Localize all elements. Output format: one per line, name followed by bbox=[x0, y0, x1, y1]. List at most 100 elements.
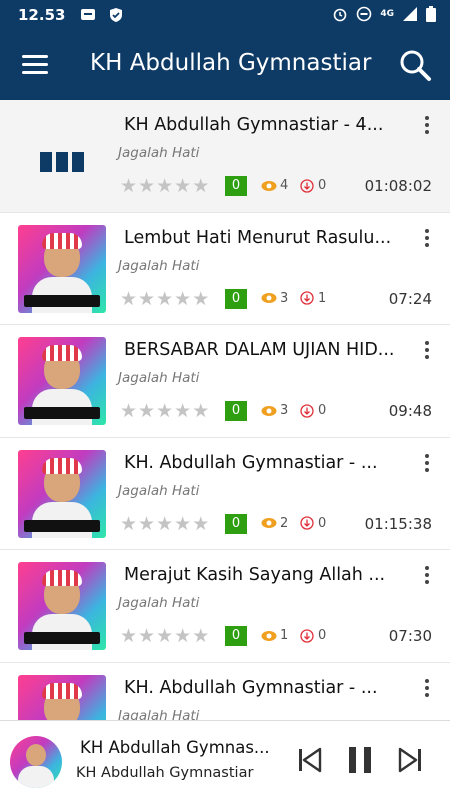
track-title: KH. Abdullah Gymnastiar - ... bbox=[124, 677, 378, 698]
eye-icon bbox=[261, 630, 277, 641]
more-options-icon[interactable] bbox=[424, 678, 430, 699]
more-options-icon[interactable] bbox=[424, 341, 430, 361]
page-title: KH Abdullah Gymnastiar bbox=[90, 50, 372, 76]
track-row[interactable]: KH. Abdullah Gymnastiar - ... Jagalah Ha… bbox=[0, 437, 450, 550]
download-count: 0 bbox=[300, 516, 326, 531]
track-artist: Jagalah Hati bbox=[118, 707, 200, 721]
star-icon[interactable]: ★ bbox=[192, 626, 209, 646]
star-icon[interactable]: ★ bbox=[120, 289, 137, 309]
shield-icon bbox=[110, 8, 122, 22]
equalizer-icon bbox=[40, 152, 86, 172]
download-count: 0 bbox=[300, 628, 326, 643]
star-icon[interactable]: ★ bbox=[174, 626, 191, 646]
download-icon bbox=[300, 628, 314, 643]
star-icon[interactable]: ★ bbox=[174, 514, 191, 534]
download-count: 0 bbox=[300, 403, 326, 418]
more-options-icon[interactable] bbox=[424, 566, 430, 586]
view-count-value: 4 bbox=[280, 178, 289, 193]
star-icon[interactable]: ★ bbox=[156, 401, 173, 421]
star-icon[interactable]: ★ bbox=[156, 176, 173, 196]
track-artist: Jagalah Hati bbox=[118, 595, 200, 611]
view-count: 3 bbox=[261, 291, 288, 306]
star-icon[interactable]: ★ bbox=[174, 289, 191, 309]
view-count-value: 3 bbox=[280, 290, 289, 306]
eye-icon bbox=[261, 405, 277, 416]
download-count: 0 bbox=[300, 178, 326, 193]
star-icon[interactable]: ★ bbox=[156, 514, 173, 534]
track-thumbnail bbox=[18, 337, 106, 425]
download-count: 1 bbox=[300, 291, 326, 306]
network-type: 4G bbox=[380, 9, 394, 19]
track-title: Merajut Kasih Sayang Allah ... bbox=[124, 565, 386, 585]
do-not-disturb-icon bbox=[357, 6, 372, 22]
track-thumbnail bbox=[18, 449, 106, 538]
track-row[interactable]: KH Abdullah Gymnastiar - 4... Jagalah Ha… bbox=[0, 100, 450, 213]
star-icon[interactable]: ★ bbox=[174, 401, 191, 421]
track-row[interactable]: KH. Abdullah Gymnastiar - ... Jagalah Ha… bbox=[0, 662, 450, 721]
eye-icon bbox=[261, 518, 277, 528]
star-icon[interactable]: ★ bbox=[192, 401, 209, 421]
player-title: KH Abdullah Gymnas... bbox=[80, 738, 270, 757]
track-title: KH. Abdullah Gymnastiar - ... bbox=[124, 452, 378, 473]
track-list: KH Abdullah Gymnastiar - 4... Jagalah Ha… bbox=[0, 100, 450, 720]
track-thumbnail bbox=[18, 562, 106, 650]
star-icon[interactable]: ★ bbox=[192, 176, 209, 196]
star-icon[interactable]: ★ bbox=[138, 514, 155, 534]
track-artist: Jagalah Hati bbox=[118, 370, 200, 386]
track-row[interactable]: BERSABAR DALAM UJIAN HID... Jagalah Hati… bbox=[0, 325, 450, 438]
star-icon[interactable]: ★ bbox=[120, 176, 137, 196]
star-icon[interactable]: ★ bbox=[120, 626, 137, 646]
star-icon[interactable]: ★ bbox=[192, 514, 209, 534]
rating-badge: 0 bbox=[225, 176, 247, 196]
view-count-value: 1 bbox=[280, 628, 289, 643]
next-icon[interactable] bbox=[396, 745, 424, 775]
pause-icon[interactable] bbox=[346, 745, 374, 775]
view-count-value: 3 bbox=[280, 403, 289, 418]
star-icon[interactable]: ★ bbox=[192, 289, 209, 309]
star-icon[interactable]: ★ bbox=[174, 176, 191, 196]
track-row[interactable]: Lembut Hati Menurut Rasulu... Jagalah Ha… bbox=[0, 212, 450, 325]
notification-icon bbox=[81, 9, 95, 20]
download-count-value: 0 bbox=[318, 628, 327, 643]
download-icon bbox=[300, 516, 314, 530]
player-thumbnail bbox=[10, 736, 62, 788]
view-count: 4 bbox=[261, 178, 288, 193]
mini-player[interactable]: KH Abdullah Gymnas... KH Abdullah Gymnas… bbox=[0, 720, 450, 800]
signal-icon bbox=[403, 7, 417, 21]
star-icon[interactable]: ★ bbox=[138, 176, 155, 196]
star-icon[interactable]: ★ bbox=[156, 626, 173, 646]
view-count: 3 bbox=[261, 403, 288, 418]
track-artist: Jagalah Hati bbox=[118, 482, 200, 499]
star-icon[interactable]: ★ bbox=[138, 626, 155, 646]
more-options-icon[interactable] bbox=[424, 116, 430, 136]
star-icon[interactable]: ★ bbox=[120, 401, 137, 421]
download-icon bbox=[300, 291, 314, 305]
download-icon bbox=[300, 403, 314, 418]
star-rating[interactable]: ★ ★ ★ ★ ★ bbox=[120, 289, 209, 309]
star-rating[interactable]: ★ ★ ★ ★ ★ bbox=[120, 401, 209, 421]
track-artist: Jagalah Hati bbox=[118, 257, 200, 274]
rating-badge: 0 bbox=[225, 626, 247, 646]
player-artist: KH Abdullah Gymnastiar bbox=[76, 765, 254, 781]
more-options-icon[interactable] bbox=[424, 453, 430, 474]
menu-icon[interactable] bbox=[22, 55, 48, 75]
star-rating[interactable]: ★ ★ ★ ★ ★ bbox=[120, 514, 209, 534]
view-count-value: 2 bbox=[280, 515, 289, 531]
star-icon[interactable]: ★ bbox=[138, 289, 155, 309]
more-options-icon[interactable] bbox=[424, 228, 430, 249]
track-duration: 07:24 bbox=[388, 289, 432, 308]
track-row[interactable]: Merajut Kasih Sayang Allah ... Jagalah H… bbox=[0, 550, 450, 663]
battery-icon bbox=[426, 6, 436, 22]
download-count-value: 0 bbox=[318, 403, 327, 418]
star-icon[interactable]: ★ bbox=[120, 514, 137, 534]
previous-icon[interactable] bbox=[296, 745, 324, 775]
search-icon[interactable] bbox=[398, 48, 432, 82]
track-thumbnail bbox=[18, 674, 106, 720]
star-rating[interactable]: ★ ★ ★ ★ ★ bbox=[120, 176, 209, 196]
track-artist: Jagalah Hati bbox=[118, 145, 200, 161]
star-icon[interactable]: ★ bbox=[138, 401, 155, 421]
star-icon[interactable]: ★ bbox=[156, 289, 173, 309]
star-rating[interactable]: ★ ★ ★ ★ ★ bbox=[120, 626, 209, 646]
view-count: 2 bbox=[261, 516, 288, 531]
track-duration: 09:48 bbox=[388, 402, 432, 420]
